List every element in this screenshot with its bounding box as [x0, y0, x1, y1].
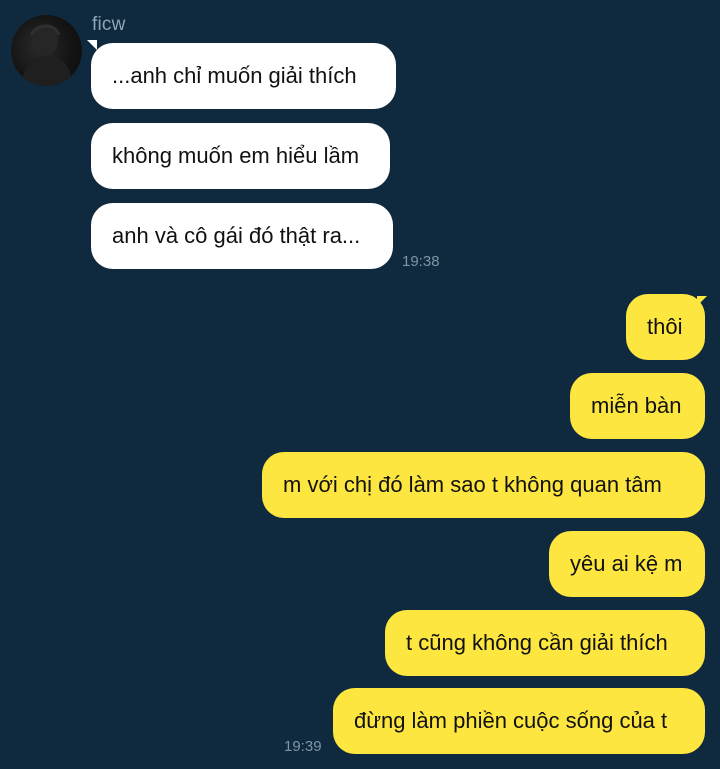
incoming-message[interactable]: không muốn em hiểu lầm [91, 123, 390, 189]
outgoing-message[interactable]: yêu ai kệ m [549, 531, 705, 597]
incoming-message[interactable]: ...anh chỉ muốn giải thích [91, 43, 396, 109]
outgoing-message[interactable]: t cũng không cần giải thích [385, 610, 705, 676]
outgoing-message[interactable]: thôi [626, 294, 705, 360]
outgoing-message[interactable]: miễn bàn [570, 373, 705, 439]
message-timestamp: 19:39 [284, 738, 322, 755]
outgoing-message[interactable]: đừng làm phiền cuộc sống của t [333, 688, 705, 754]
outgoing-message[interactable]: m với chị đó làm sao t không quan tâm [262, 452, 705, 518]
avatar[interactable] [11, 15, 82, 86]
sender-name: ficw [92, 14, 126, 35]
incoming-message[interactable]: anh và cô gái đó thật ra... [91, 203, 393, 269]
incoming-bubble-tail [87, 40, 97, 50]
message-timestamp: 19:38 [402, 253, 440, 270]
